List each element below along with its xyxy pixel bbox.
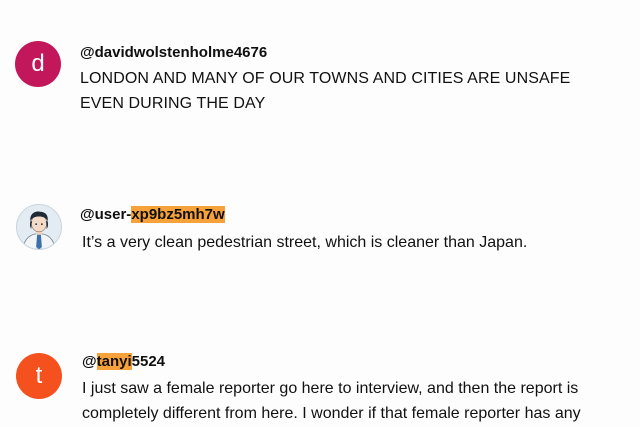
handle-highlight: xp9bz5mh7w bbox=[131, 206, 225, 223]
comment-text: It’s a very clean pedestrian street, whi… bbox=[82, 230, 622, 255]
comment-author[interactable]: @tanyi5524 bbox=[82, 353, 165, 370]
comment-author[interactable]: @user-xp9bz5mh7w bbox=[80, 206, 225, 223]
comment-line: LONDON AND MANY OF OUR TOWNS AND CITIES … bbox=[80, 70, 571, 87]
comment-line: EVEN DURING THE DAY bbox=[80, 95, 266, 112]
handle-highlight: tanyi bbox=[96, 353, 132, 370]
comment-author[interactable]: @davidwolstenholme4676 bbox=[80, 44, 267, 61]
avatar[interactable] bbox=[16, 204, 62, 250]
comment-line: I just saw a female reporter go here to … bbox=[82, 380, 579, 397]
avatar-letter: d bbox=[31, 50, 45, 77]
comment-text: I just saw a female reporter go here to … bbox=[82, 376, 630, 426]
comment-line: It’s a very clean pedestrian street, whi… bbox=[82, 234, 528, 251]
avatar-letter: t bbox=[35, 362, 43, 389]
comments-page: d @davidwolstenholme4676 LONDON AND MANY… bbox=[0, 0, 640, 427]
comment-line: completely different from here. I wonder… bbox=[82, 405, 581, 422]
comment-text: LONDON AND MANY OF OUR TOWNS AND CITIES … bbox=[80, 66, 620, 116]
avatar[interactable]: t bbox=[16, 353, 62, 399]
avatar[interactable]: d bbox=[15, 41, 61, 87]
user-photo-avatar-icon bbox=[17, 205, 61, 249]
